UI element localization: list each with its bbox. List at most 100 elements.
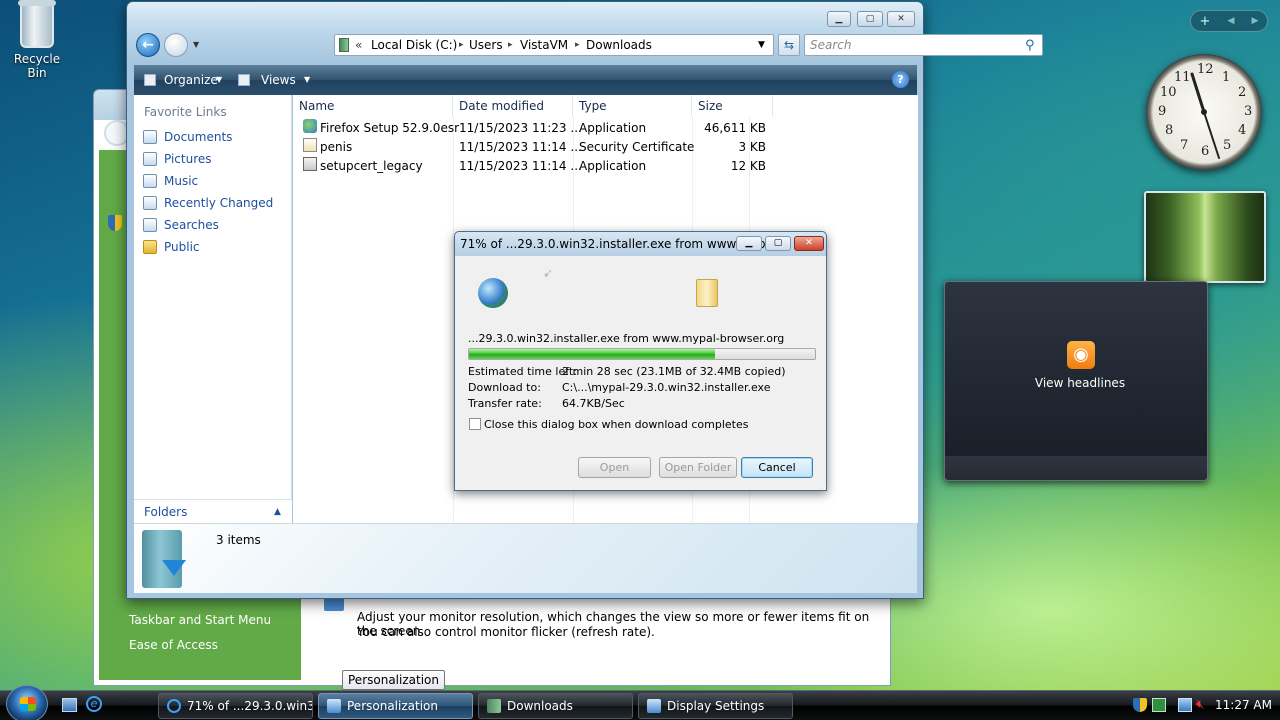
task-personalization[interactable]: Personalization	[318, 693, 473, 719]
shield-icon	[108, 215, 122, 231]
add-gadget-button[interactable]: +	[1200, 14, 1211, 29]
folders-toggle[interactable]: Folders ▲	[134, 499, 292, 523]
clock-gadget[interactable]: 12 1 2 3 4 5 6 7 8 9 10 11	[1146, 54, 1262, 170]
nav-pictures[interactable]: Pictures	[140, 149, 290, 169]
dialog-minimize-button[interactable]: ▁	[736, 236, 762, 251]
taskbar-tooltip: Personalization	[342, 670, 445, 690]
taskbar-clock[interactable]: 11:27 AM	[1215, 691, 1272, 719]
cancel-button[interactable]: Cancel	[741, 457, 813, 478]
help-icon[interactable]: ?	[892, 71, 909, 88]
dialog-maximize-button[interactable]: ▢	[765, 236, 791, 251]
task-downloads[interactable]: Downloads	[478, 693, 633, 719]
ie-icon	[167, 699, 181, 713]
close-button[interactable]: ✕	[887, 11, 915, 27]
estimated-time-value: 2 min 28 sec (23.1MB of 32.4MB copied)	[562, 365, 786, 378]
transfer-rate-value: 64.7KB/Sec	[562, 397, 625, 410]
show-desktop-icon[interactable]	[62, 698, 77, 712]
transfer-rate-label: Transfer rate:	[468, 397, 542, 410]
security-shield-icon[interactable]	[1133, 698, 1147, 712]
link-ease-of-access[interactable]: Ease of Access	[129, 638, 218, 652]
nav-searches[interactable]: Searches	[140, 215, 290, 235]
task-download[interactable]: 71% of ...29.3.0.win3...	[158, 693, 313, 719]
network-icon[interactable]	[1178, 698, 1192, 712]
slideshow-gadget[interactable]	[1144, 191, 1266, 283]
breadcrumb-local-disk[interactable]: Local Disk (C:)	[371, 35, 457, 55]
search-input[interactable]: Search	[804, 34, 1043, 56]
download-to-value: C:\...\mypal-29.3.0.win32.installer.exe	[562, 381, 771, 394]
details-pane: 3 items	[134, 523, 917, 593]
start-button[interactable]	[6, 685, 48, 720]
nav-public[interactable]: Public	[140, 237, 290, 257]
recent-pages-chevron-icon[interactable]: ▼	[193, 40, 199, 49]
recently-changed-icon	[143, 196, 157, 210]
views-icon	[238, 74, 250, 86]
gadget-prev-button[interactable]: ◀	[1228, 16, 1235, 26]
file-row[interactable]: Firefox Setup 52.9.0esr 11/15/2023 11:23…	[293, 119, 773, 138]
maximize-button[interactable]: ▢	[857, 11, 883, 27]
download-dialog: 71% of ...29.3.0.win32.installer.exe fro…	[454, 231, 827, 491]
address-bar[interactable]: « Local Disk (C:) ▸ Users ▸ VistaVM ▸ Do…	[334, 34, 774, 56]
searches-icon	[143, 218, 157, 232]
forward-arrow-icon[interactable]	[164, 33, 188, 57]
column-type[interactable]: Type	[573, 95, 692, 117]
recycle-bin[interactable]: Recycle Bin	[4, 0, 70, 80]
search-icon[interactable]: ⚲	[1025, 38, 1035, 53]
refresh-icon[interactable]: ⇆	[778, 34, 800, 56]
volume-muted-icon[interactable]: 🔇︎	[1196, 698, 1210, 712]
file-date: 11/15/2023 11:23 ...	[459, 121, 582, 135]
file-type: Application	[579, 159, 647, 173]
safely-remove-icon[interactable]	[1152, 698, 1166, 712]
display-settings-icon	[647, 699, 661, 713]
firefox-installer-icon	[303, 119, 317, 133]
feed-headlines-gadget[interactable]: ◉ View headlines	[944, 281, 1208, 481]
estimated-time-label: Estimated time left:	[468, 365, 577, 378]
rss-icon: ◉	[1067, 341, 1095, 369]
nav-recently-changed[interactable]: Recently Changed	[140, 193, 290, 213]
organize-button[interactable]: Organize	[164, 73, 218, 87]
item-count: 3 items	[216, 533, 261, 547]
internet-explorer-icon[interactable]: e	[86, 696, 102, 712]
task-display-settings[interactable]: Display Settings	[638, 693, 793, 719]
open-button[interactable]: Open	[578, 457, 651, 478]
music-icon	[143, 174, 157, 188]
public-folder-icon	[143, 240, 157, 254]
column-size[interactable]: Size	[692, 95, 773, 117]
gadget-next-button[interactable]: ▶	[1252, 16, 1259, 26]
dialog-close-button[interactable]: ✕	[794, 236, 824, 251]
file-date: 11/15/2023 11:14 ...	[459, 159, 582, 173]
link-taskbar-start-menu[interactable]: Taskbar and Start Menu	[129, 613, 271, 627]
open-folder-button[interactable]: Open Folder	[659, 457, 737, 478]
navigation-pane: Favorite Links Documents Pictures Music …	[134, 95, 292, 523]
download-to-label: Download to:	[468, 381, 541, 394]
nav-documents[interactable]: Documents	[140, 127, 290, 147]
download-progress-bar	[468, 348, 816, 360]
pictures-icon	[143, 152, 157, 166]
file-date: 11/15/2023 11:14 ...	[459, 140, 582, 154]
flying-paper-icon: ➹	[543, 266, 554, 280]
command-bar: Organize ▼ Views ▼ ?	[134, 65, 917, 95]
column-name[interactable]: Name	[293, 95, 453, 117]
file-row[interactable]: setupcert_legacy 11/15/2023 11:14 ... Ap…	[293, 157, 773, 176]
breadcrumb-vistavm[interactable]: VistaVM	[520, 35, 568, 55]
globe-icon	[478, 278, 508, 308]
gadget-toolbar: + ◀ ▶	[1190, 10, 1268, 32]
views-button[interactable]: Views	[261, 73, 296, 87]
address-dropdown-icon[interactable]: ▼	[758, 35, 765, 55]
minimize-button[interactable]: ▁	[827, 11, 851, 27]
breadcrumb-users[interactable]: Users	[469, 35, 503, 55]
address-overflow[interactable]: «	[355, 35, 362, 55]
download-arrow-icon	[162, 560, 186, 576]
taskbar: e 71% of ...29.3.0.win3... Personalizati…	[0, 685, 1280, 720]
column-date-modified[interactable]: Date modified	[453, 95, 573, 117]
breadcrumb-downloads[interactable]: Downloads	[586, 35, 652, 55]
file-name: penis	[320, 140, 353, 154]
close-when-done-checkbox[interactable]	[469, 418, 481, 430]
back-arrow-icon[interactable]: ←	[136, 33, 160, 57]
personalization-icon	[327, 699, 341, 713]
file-type: Application	[579, 121, 647, 135]
nav-music[interactable]: Music	[140, 171, 290, 191]
downloads-folder-icon	[487, 699, 501, 713]
view-headlines-label[interactable]: View headlines	[945, 376, 1215, 390]
close-when-done-label[interactable]: Close this dialog box when download comp…	[484, 418, 748, 431]
file-row[interactable]: penis 11/15/2023 11:14 ... Security Cert…	[293, 138, 773, 157]
